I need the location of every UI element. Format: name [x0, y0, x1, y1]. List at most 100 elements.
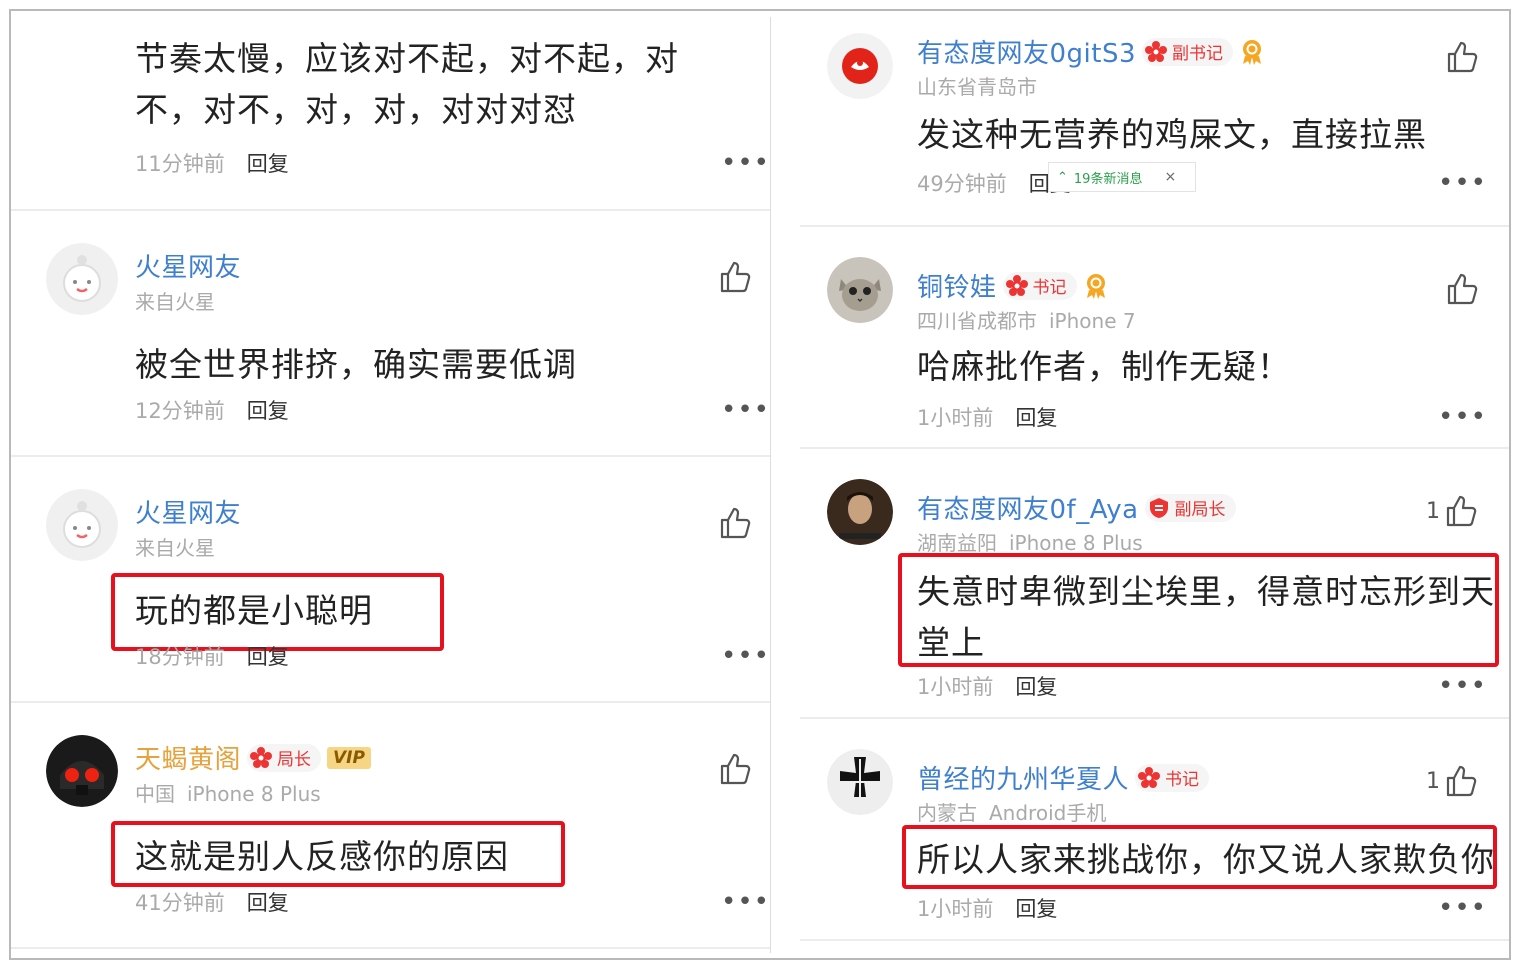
highlight-box	[902, 825, 1497, 889]
user-location: 内蒙古 Android手机	[917, 801, 1107, 825]
username[interactable]: 火星网友	[135, 247, 241, 284]
comment-text: 被全世界排挤，确实需要低调	[135, 345, 577, 384]
avatar[interactable]	[46, 735, 118, 807]
username[interactable]: 火星网友	[135, 493, 241, 530]
avatar[interactable]	[827, 33, 893, 99]
scrollbar[interactable]	[1509, 509, 1511, 581]
user-location: 来自火星	[135, 536, 215, 560]
divider	[800, 939, 1509, 941]
avatar[interactable]	[46, 489, 118, 561]
comment-time: 49分钟前	[917, 172, 1007, 196]
thumbs-up-icon	[718, 505, 754, 541]
flower-icon	[1005, 274, 1029, 298]
user-info: 火星网友	[135, 493, 241, 530]
more-options-icon[interactable]: •••	[721, 889, 770, 915]
like-button[interactable]: 1	[1426, 763, 1480, 799]
comment-footer: 12分钟前 回复	[135, 395, 289, 425]
reply-button[interactable]: 回复	[247, 645, 289, 669]
user-location: 中国 iPhone 8 Plus	[135, 782, 321, 806]
user-location: 来自火星	[135, 290, 215, 314]
chevron-up-icon: ⌃	[1057, 169, 1068, 185]
avatar[interactable]	[827, 257, 893, 323]
new-messages-toast[interactable]: ⌃ 19条新消息 ×	[1048, 162, 1196, 192]
rank-badge: 书记	[1002, 271, 1077, 300]
thumbs-up-icon	[1445, 39, 1481, 75]
like-button[interactable]	[1445, 39, 1481, 75]
flower-icon	[249, 746, 273, 770]
more-options-icon[interactable]: •••	[1438, 673, 1487, 699]
comment-footer: 1小时前 回复	[917, 893, 1057, 923]
avatar[interactable]	[827, 749, 893, 815]
comment-time: 1小时前	[917, 675, 994, 699]
highlight-box	[111, 573, 444, 651]
comment-text: 发这种无营养的鸡屎文，直接拉黑	[917, 115, 1427, 154]
avatar[interactable]	[827, 479, 893, 545]
divider	[800, 717, 1509, 719]
rank-badge: 书记	[1135, 763, 1210, 792]
like-button[interactable]	[1445, 271, 1481, 307]
comment-time: 18分钟前	[135, 645, 225, 669]
cat-avatar	[827, 257, 893, 323]
reply-button[interactable]: 回复	[247, 399, 289, 423]
thumbs-up-icon	[1444, 493, 1480, 529]
more-options-icon[interactable]: •••	[721, 643, 770, 669]
more-options-icon[interactable]: •••	[1438, 895, 1487, 921]
divider	[11, 947, 770, 949]
username[interactable]: 曾经的九州华夏人	[917, 759, 1129, 796]
divider	[11, 701, 770, 703]
username[interactable]: 天蝎黄阁	[135, 739, 241, 776]
comments-panel: 节奏太慢，应该对不起，对不起，对不，对不，对，对，对对对怼 11分钟前 回复 ••…	[9, 9, 1511, 960]
user-info: 铜铃娃 书记	[917, 267, 1109, 304]
like-button[interactable]	[718, 751, 754, 787]
thumbs-up-icon	[1444, 763, 1480, 799]
divider	[11, 209, 770, 211]
username[interactable]: 有态度网友0f_Aya	[917, 489, 1139, 526]
user-location: 湖南益阳 iPhone 8 Plus	[917, 531, 1143, 555]
more-options-icon[interactable]: •••	[1438, 404, 1487, 430]
right-column: 有态度网友0gitS3 副书记 山东省青岛市 发这种无营养的鸡屎文，直接拉黑 4…	[800, 11, 1509, 958]
iron-cross-avatar	[827, 749, 893, 815]
reply-button[interactable]: 回复	[247, 891, 289, 915]
more-options-icon[interactable]: •••	[721, 397, 770, 423]
comment-footer: 41分钟前 回复	[135, 887, 289, 917]
rank-badge: 副局长	[1144, 493, 1236, 522]
vip-badge: VIP	[327, 746, 371, 769]
shield-icon	[1147, 496, 1171, 520]
user-info: 有态度网友0gitS3 副书记	[917, 33, 1265, 70]
avatar[interactable]	[46, 243, 118, 315]
comment-footer: 11分钟前 回复	[135, 148, 289, 178]
thumbs-up-icon	[1445, 271, 1481, 307]
like-button[interactable]	[718, 259, 754, 295]
user-info: 火星网友	[135, 247, 241, 284]
comment-time: 12分钟前	[135, 399, 225, 423]
like-button[interactable]	[718, 505, 754, 541]
highlight-box	[111, 821, 565, 887]
more-options-icon[interactable]: •••	[721, 150, 770, 176]
portrait-avatar	[827, 479, 893, 545]
reply-button[interactable]: 回复	[247, 152, 289, 176]
user-info: 有态度网友0f_Aya 副局长	[917, 489, 1236, 526]
username[interactable]: 铜铃娃	[917, 267, 997, 304]
comment-text: 节奏太慢，应该对不起，对不起，对不，对不，对，对，对对对怼	[135, 39, 679, 129]
comment-time: 11分钟前	[135, 152, 225, 176]
username[interactable]: 有态度网友0gitS3	[917, 33, 1136, 70]
like-button[interactable]: 1	[1426, 493, 1480, 529]
divider	[800, 225, 1509, 227]
reply-button[interactable]: 回复	[1015, 406, 1057, 430]
medal-icon	[1083, 272, 1109, 300]
reply-button[interactable]: 回复	[1015, 897, 1057, 921]
user-info: 天蝎黄阁 局长 VIP	[135, 739, 371, 776]
user-location: 山东省青岛市	[917, 75, 1037, 99]
like-count: 1	[1426, 768, 1440, 794]
comment-footer: 18分钟前 回复	[135, 641, 289, 671]
reply-button[interactable]: 回复	[1015, 675, 1057, 699]
rank-badge: 局长	[247, 743, 322, 772]
new-messages-label: 19条新消息	[1073, 171, 1143, 187]
user-location: 四川省成都市 iPhone 7	[917, 309, 1136, 333]
close-icon[interactable]: ×	[1164, 169, 1176, 185]
divider	[800, 447, 1509, 449]
like-count: 1	[1426, 498, 1440, 524]
thumbs-up-icon	[718, 259, 754, 295]
comment-footer: 1小时前 回复	[917, 402, 1057, 432]
more-options-icon[interactable]: •••	[1438, 170, 1487, 196]
